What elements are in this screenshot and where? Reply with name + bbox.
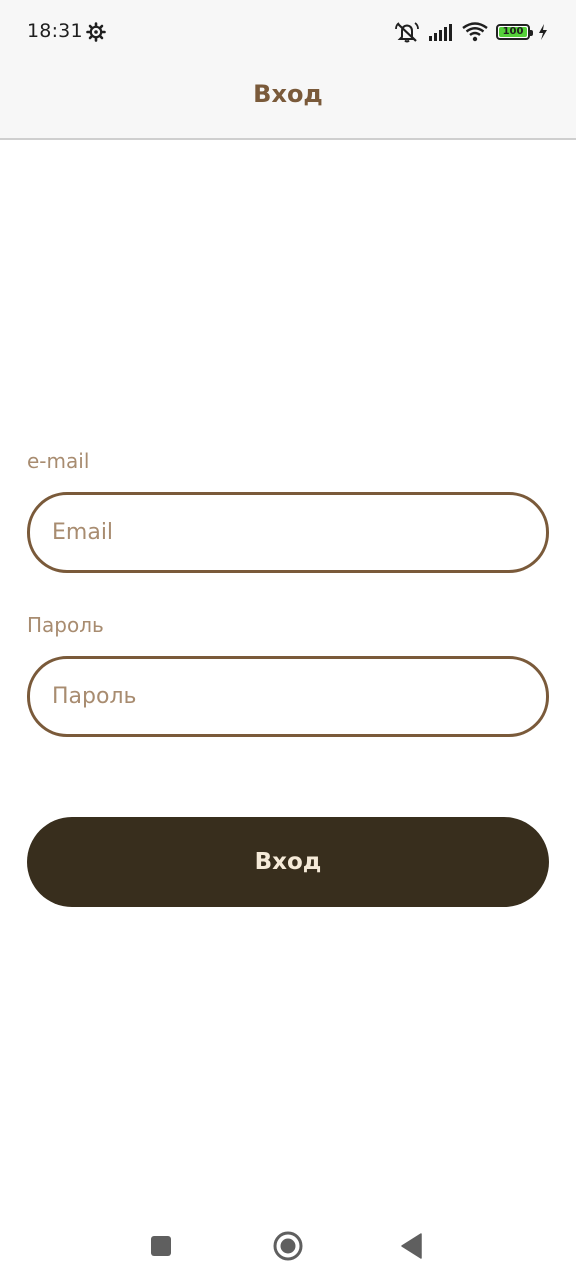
status-bar: 18:31 100 [0, 0, 576, 62]
status-icons: 100 [394, 20, 548, 44]
mute-icon [395, 22, 419, 43]
charging-icon [539, 24, 547, 40]
email-label: e-mail [27, 449, 90, 473]
settings-icon [86, 22, 106, 42]
password-field[interactable] [27, 656, 549, 737]
navigation-bar [0, 1210, 576, 1280]
back-button[interactable] [394, 1228, 430, 1264]
page-title: Вход [253, 80, 323, 108]
home-circle-icon [273, 1231, 303, 1261]
battery-level: 100 [502, 26, 524, 37]
app-bar: Вход [0, 62, 576, 140]
email-field[interactable] [27, 492, 549, 573]
battery-icon: 100 [496, 24, 533, 40]
back-triangle-icon [401, 1233, 422, 1259]
login-button[interactable]: Вход [27, 817, 549, 907]
wifi-icon [462, 22, 488, 42]
password-label: Пароль [27, 613, 104, 637]
recents-square-icon [151, 1236, 171, 1256]
home-button[interactable] [270, 1228, 306, 1264]
status-time: 18:31 [27, 20, 83, 42]
signal-icon [429, 24, 452, 41]
recents-button[interactable] [143, 1228, 179, 1264]
